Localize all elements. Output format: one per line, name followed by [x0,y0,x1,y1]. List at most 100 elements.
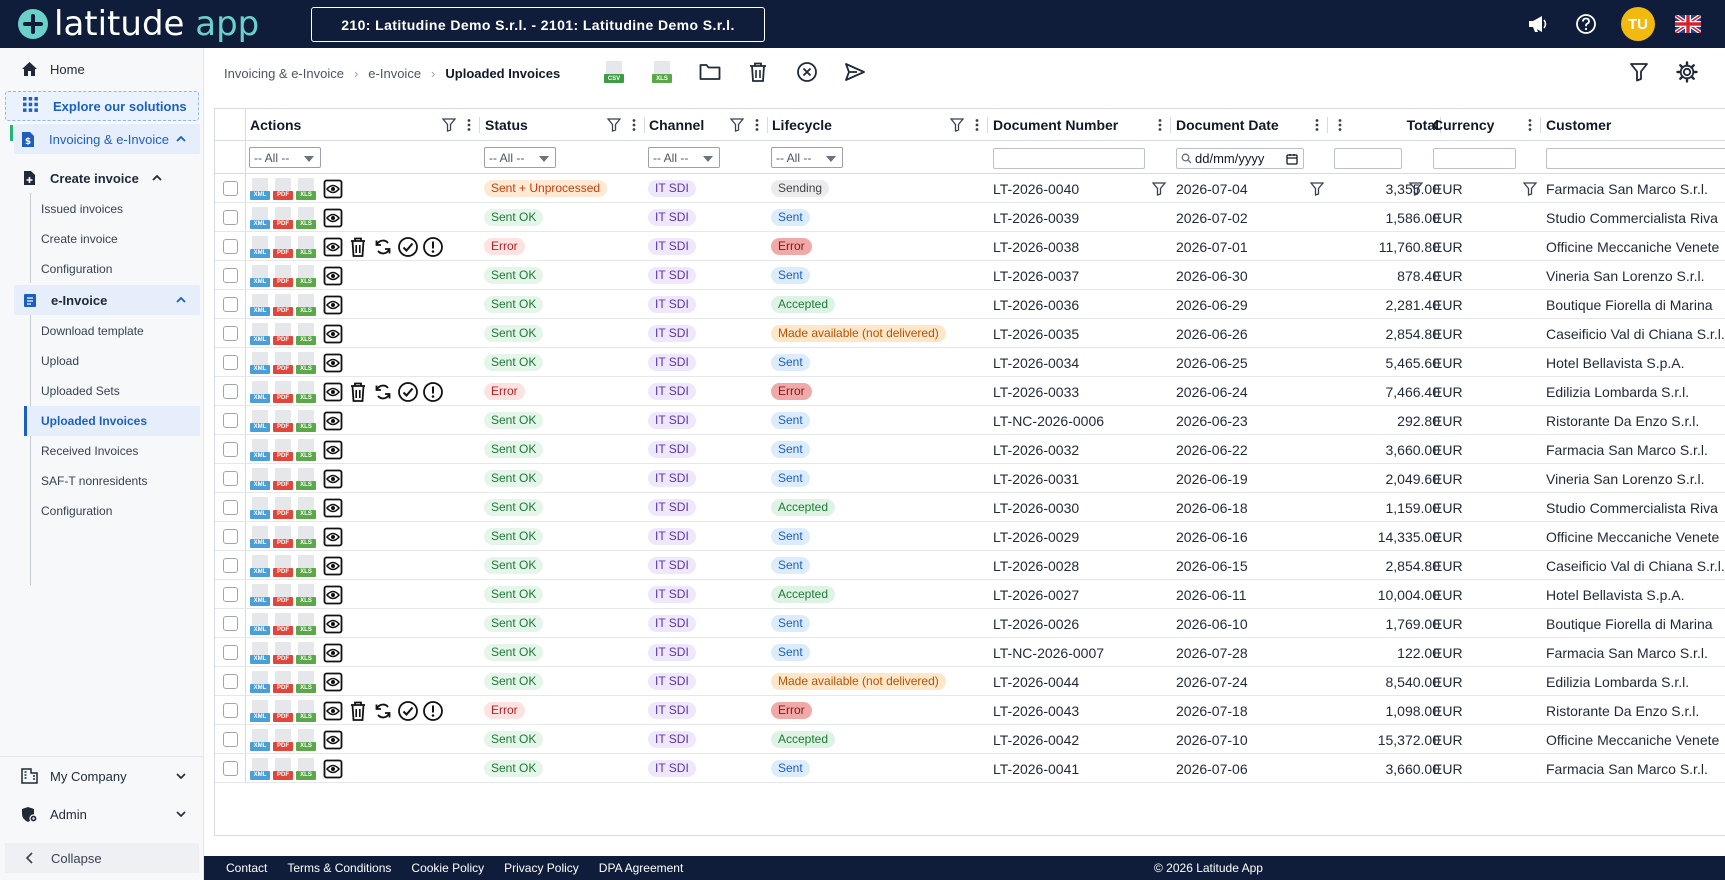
xml-file-icon[interactable]: XML [250,496,270,519]
sidebar-item-invoicing[interactable]: $ Invoicing & e-Invoice [14,124,200,154]
header-status[interactable]: Status [485,109,528,141]
view-icon[interactable] [322,613,344,635]
xml-file-icon[interactable]: XML [250,583,270,606]
xls-file-icon[interactable]: XLS [296,670,316,693]
cancel-button[interactable] [795,60,819,84]
sidebar-item-einvoice-configuration[interactable]: Configuration [41,496,112,526]
app-logo[interactable]: latitude app [18,0,259,48]
breadcrumb-invoicing[interactable]: Invoicing & e-Invoice [224,66,344,81]
view-icon[interactable] [322,381,344,403]
pdf-file-icon[interactable]: PDF [273,583,293,606]
check-circle-icon[interactable] [397,700,419,722]
document-date-filter-input[interactable]: dd/mm/yyyy [1176,148,1304,169]
xls-file-icon[interactable]: XLS [296,351,316,374]
footer-link-cookie[interactable]: Cookie Policy [411,861,484,875]
column-menu-icon[interactable] [1333,118,1347,132]
xls-file-icon[interactable]: XLS [296,380,316,403]
xml-file-icon[interactable]: XML [250,177,270,200]
view-icon[interactable] [322,671,344,693]
export-csv-button[interactable]: CSV [602,60,626,84]
help-icon[interactable] [1573,11,1599,37]
view-icon[interactable] [322,207,344,229]
xls-file-icon[interactable]: XLS [296,206,316,229]
view-icon[interactable] [322,439,344,461]
megaphone-icon[interactable] [1525,11,1551,37]
pdf-file-icon[interactable]: PDF [273,235,293,258]
xml-file-icon[interactable]: XML [250,699,270,722]
view-icon[interactable] [322,729,344,751]
table-row[interactable]: XML PDF XLS Sent OK IT SDI Sent LT-NC-2026-000… [215,406,1725,435]
sidebar-item-uploaded-sets[interactable]: Uploaded Sets [41,376,120,406]
sidebar-item-received-invoices[interactable]: Received Invoices [41,436,138,466]
document-number-filter-input[interactable] [993,148,1145,169]
pdf-file-icon[interactable]: PDF [273,380,293,403]
sidebar-item-configuration[interactable]: Configuration [41,254,112,284]
open-folder-button[interactable] [698,60,722,84]
table-row[interactable]: XML PDF XLS Sent OK IT SDI Sent LT-2026-0031 20… [215,464,1725,493]
xml-file-icon[interactable]: XML [250,380,270,403]
pdf-file-icon[interactable]: PDF [273,351,293,374]
customer-filter-input[interactable] [1546,148,1725,169]
xls-file-icon[interactable]: XLS [296,525,316,548]
xml-file-icon[interactable]: XML [250,322,270,345]
table-row[interactable]: XML PDF XLS Sent OK IT SDI Made available (no… [215,319,1725,348]
pdf-file-icon[interactable]: PDF [273,641,293,664]
pdf-file-icon[interactable]: PDF [273,525,293,548]
header-currency[interactable]: Currency [1433,109,1494,141]
check-circle-icon[interactable] [397,236,419,258]
retry-icon[interactable] [372,236,394,258]
header-actions[interactable]: Actions [250,109,301,141]
xml-file-icon[interactable]: XML [250,351,270,374]
xls-file-icon[interactable]: XLS [296,177,316,200]
table-row[interactable]: XML PDF XLS Sent OK IT SDI Sent LT-NC-2026-000… [215,638,1725,667]
view-icon[interactable] [322,642,344,664]
row-checkbox[interactable] [223,384,238,399]
view-icon[interactable] [322,526,344,548]
footer-link-dpa[interactable]: DPA Agreement [599,861,684,875]
view-icon[interactable] [322,236,344,258]
column-filter-icon[interactable] [950,118,964,132]
view-icon[interactable] [322,584,344,606]
table-row[interactable]: XML PDF XLS Error IT SDI Error LT-2026-0043 202… [215,696,1725,725]
check-circle-icon[interactable] [397,381,419,403]
xls-file-icon[interactable]: XLS [296,322,316,345]
pdf-file-icon[interactable]: PDF [273,438,293,461]
sidebar-item-uploaded-invoices[interactable]: Uploaded Invoices [41,406,147,436]
row-checkbox[interactable] [223,587,238,602]
sidebar-group-create-invoice[interactable]: Create invoice [0,163,204,193]
row-checkbox[interactable] [223,210,238,225]
settings-button[interactable] [1675,60,1699,84]
view-icon[interactable] [322,758,344,780]
column-menu-icon[interactable] [750,118,764,132]
explore-solutions-button[interactable]: Explore our solutions [5,91,199,121]
view-icon[interactable] [322,700,344,722]
xml-file-icon[interactable]: XML [250,438,270,461]
xls-file-icon[interactable]: XLS [296,438,316,461]
row-checkbox[interactable] [223,442,238,457]
xml-file-icon[interactable]: XML [250,641,270,664]
xls-file-icon[interactable]: XLS [296,612,316,635]
channel-filter-select[interactable]: -- All -- [648,147,720,168]
table-row[interactable]: XML PDF XLS Sent OK IT SDI Sent LT-2026-0029 20… [215,522,1725,551]
table-row[interactable]: XML PDF XLS Sent OK IT SDI Sent LT-2026-0039 20… [215,203,1725,232]
trash-icon[interactable] [347,381,369,403]
xls-file-icon[interactable]: XLS [296,293,316,316]
xml-file-icon[interactable]: XML [250,293,270,316]
retry-icon[interactable] [372,700,394,722]
table-row[interactable]: XML PDF XLS Sent OK IT SDI Accepted LT-2026-00… [215,493,1725,522]
table-row[interactable]: XML PDF XLS Error IT SDI Error LT-2026-0038 202… [215,232,1725,261]
xml-file-icon[interactable]: XML [250,612,270,635]
column-menu-icon[interactable] [1523,118,1537,132]
xml-file-icon[interactable]: XML [250,409,270,432]
row-checkbox[interactable] [223,529,238,544]
header-lifecycle[interactable]: Lifecycle [772,109,832,141]
table-row[interactable]: XML PDF XLS Error IT SDI Error LT-2026-0033 202… [215,377,1725,406]
row-checkbox[interactable] [223,674,238,689]
table-row[interactable]: XML PDF XLS Sent OK IT SDI Made available (no… [215,667,1725,696]
column-menu-icon[interactable] [462,118,476,132]
sidebar-item-upload[interactable]: Upload [41,346,79,376]
xml-file-icon[interactable]: XML [250,235,270,258]
view-icon[interactable] [322,497,344,519]
view-icon[interactable] [322,265,344,287]
total-filter-input[interactable] [1334,148,1402,169]
